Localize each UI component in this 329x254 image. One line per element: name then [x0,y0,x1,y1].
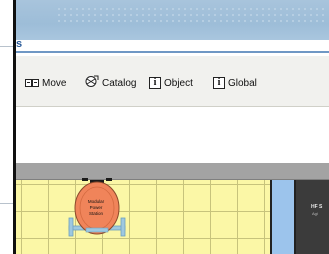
info-icon: i [149,77,161,89]
object-button[interactable]: i Object [149,76,193,90]
work-area [16,107,329,163]
info-icon: i [213,77,225,89]
outer-left-strip [0,0,13,254]
banner-rule [16,51,329,53]
rack-block[interactable] [296,180,329,254]
rack-label: HF S [311,204,323,210]
global-label: Global [228,77,257,89]
equipment-label: Modular Power Station [78,199,114,217]
app-window: s Move Catalog i Object i Global HF S Ag… [0,0,329,254]
guide-line [0,203,13,204]
title-banner [16,0,329,40]
guide-line [0,46,13,47]
toolbar: Move Catalog i Object i Global [16,56,329,107]
object-label: Object [164,77,193,89]
banner-texture [56,6,326,26]
global-button[interactable]: i Global [213,76,257,90]
catalog-label: Catalog [102,77,137,89]
equipment-label-line: Station [88,211,103,216]
floor-column [270,180,296,254]
move-button[interactable]: Move [25,76,66,90]
page-title-fragment: s [16,38,23,50]
rack-sublabel: Agi [312,211,318,216]
catalog-icon [84,75,99,91]
catalog-button[interactable]: Catalog [84,75,137,91]
canvas-ruler-band [16,163,329,180]
move-icon [25,79,39,87]
floor-plan-grid[interactable] [16,180,270,254]
move-label: Move [42,77,67,89]
